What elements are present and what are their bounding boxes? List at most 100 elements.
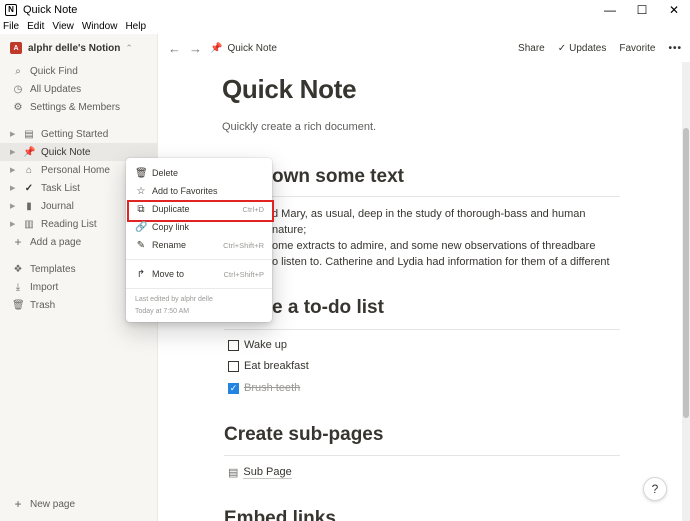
books-icon: ▥	[24, 218, 34, 230]
sidebar-item-label: All Updates	[30, 83, 82, 95]
menu-window[interactable]: Window	[78, 20, 122, 34]
menu-divider	[126, 288, 272, 289]
menu-help[interactable]: Help	[121, 20, 150, 34]
sidebar-item-label: Trash	[30, 299, 56, 311]
minimize-button[interactable]: —	[594, 0, 626, 20]
updates-label: Updates	[569, 42, 607, 54]
paragraph-text[interactable]: d Mary, as usual, deep in the study of t…	[272, 206, 622, 270]
document-icon: ▤	[228, 467, 239, 479]
duplicate-icon: ⧉	[137, 203, 145, 215]
sidebar-item-label: Settings & Members	[30, 101, 121, 113]
paragraph-line: o listen to. Catherine and Lydia had inf…	[272, 256, 610, 268]
content-scrollbar[interactable]	[682, 62, 690, 521]
new-page-button[interactable]: + New page	[0, 495, 158, 513]
menu-file[interactable]: File	[0, 20, 23, 34]
help-button[interactable]: ?	[643, 477, 667, 501]
notion-app-icon: N	[5, 4, 17, 16]
checkbox-checked[interactable]: ✓	[228, 382, 239, 394]
expand-triangle-icon[interactable]: ▶	[10, 166, 20, 174]
heading-sub-pages[interactable]: Create sub-pages	[224, 424, 383, 446]
expand-triangle-icon[interactable]: ▶	[10, 202, 20, 210]
checkbox[interactable]	[228, 360, 239, 372]
heading-todo-list[interactable]: e a to-do list	[272, 297, 384, 319]
clock-icon: ◷	[13, 83, 23, 95]
sidebar-page-getting-started[interactable]: ▶ ▤ Getting Started	[0, 125, 157, 143]
link-icon: 🔗	[135, 221, 148, 233]
window-controls: — ☐ ✕	[594, 0, 690, 20]
house-icon: ⌂	[25, 164, 33, 176]
menu-item-rename[interactable]: ✎ Rename Ctrl+Shift+R	[126, 236, 272, 254]
menu-item-label: Add to Favorites	[152, 186, 218, 196]
scrollbar-thumb[interactable]	[683, 128, 689, 418]
sidebar-item-quick-find[interactable]: ⌕ Quick Find	[0, 62, 157, 80]
checkbox[interactable]	[228, 339, 239, 351]
move-icon: ↱	[136, 268, 146, 280]
plus-icon: +	[14, 235, 22, 249]
sidebar-item-settings[interactable]: ⚙ Settings & Members	[0, 98, 157, 116]
checkmark-icon: ✓	[24, 182, 34, 194]
page-title[interactable]: Quick Note	[222, 74, 622, 105]
paragraph-line: ome extracts to admire, and some new obs…	[272, 240, 596, 252]
subpage-label: Sub Page	[243, 466, 292, 479]
menu-item-move-to[interactable]: ↱ Move to Ctrl+Shift+P	[126, 265, 272, 283]
share-button[interactable]: Share	[518, 43, 545, 54]
document-icon: ▤	[24, 128, 34, 140]
import-icon: ⤓	[15, 281, 21, 293]
sidebar-item-label: Personal Home	[41, 164, 110, 176]
heading-embed-links[interactable]: Embed links	[224, 508, 336, 521]
sidebar-item-label: Reading List	[41, 218, 97, 230]
page-description[interactable]: Quickly create a rich document.	[222, 121, 622, 133]
back-arrow-icon[interactable]: ←	[168, 41, 181, 56]
menu-view[interactable]: View	[48, 20, 78, 34]
divider	[224, 329, 620, 330]
sidebar-item-all-updates[interactable]: ◷ All Updates	[0, 80, 157, 98]
menu-item-label: Move to	[152, 269, 185, 279]
add-page-label: Add a page	[30, 236, 82, 248]
forward-arrow-icon[interactable]: →	[189, 41, 202, 56]
sidebar-item-label: Getting Started	[41, 128, 109, 140]
templates-icon: ❖	[13, 263, 23, 275]
heading-write-text[interactable]: own some text	[272, 166, 404, 188]
breadcrumb[interactable]: Quick Note	[227, 43, 505, 54]
expand-triangle-icon[interactable]: ▶	[10, 184, 20, 192]
expand-triangle-icon[interactable]: ▶	[10, 130, 20, 138]
workspace-name: alphr delle's Notion	[28, 42, 121, 54]
search-icon: ⌕	[15, 65, 21, 77]
todo-item[interactable]: Wake up	[228, 339, 287, 351]
top-actions: Share ✓ Updates Favorite •••	[505, 43, 682, 54]
menu-item-add-to-favorites[interactable]: ☆ Add to Favorites	[126, 182, 272, 200]
expand-triangle-icon[interactable]: ▶	[10, 220, 20, 228]
menu-item-copy-link[interactable]: 🔗 Copy link	[126, 218, 272, 236]
workspace-avatar: A	[10, 42, 22, 54]
maximize-button[interactable]: ☐	[626, 0, 658, 20]
sidebar-item-label: Templates	[30, 263, 76, 275]
sidebar-item-label: Task List	[41, 182, 80, 194]
menu-bar: File Edit View Window Help	[0, 20, 690, 34]
menu-item-delete[interactable]: 🗑 Delete	[126, 164, 272, 182]
menu-item-shortcut: Ctrl+Shift+R	[223, 240, 264, 250]
expand-triangle-icon[interactable]: ▶	[10, 148, 20, 156]
close-button[interactable]: ✕	[658, 0, 690, 20]
divider	[224, 196, 620, 197]
menu-item-duplicate[interactable]: ⧉ Duplicate Ctrl+D	[126, 200, 274, 222]
menu-edit[interactable]: Edit	[23, 20, 48, 34]
more-options-icon[interactable]: •••	[668, 43, 682, 54]
updates-button[interactable]: ✓ Updates	[558, 43, 607, 54]
subpage-link[interactable]: ▤ Sub Page	[228, 466, 292, 479]
page-content: Quick Note Quickly create a rich documen…	[222, 62, 622, 133]
todo-item[interactable]: ✓ Brush teeth	[228, 382, 300, 394]
page-topbar: ← → 📌 Quick Note Share ✓ Updates Favorite…	[158, 34, 690, 62]
book-icon: ▮	[26, 200, 32, 212]
workspace-switcher[interactable]: A alphr delle's Notion ⌃	[0, 34, 157, 62]
favorite-button[interactable]: Favorite	[619, 43, 655, 54]
todo-label: Wake up	[244, 339, 288, 351]
trash-icon: 🗑	[12, 299, 25, 311]
todo-item[interactable]: Eat breakfast	[228, 360, 309, 372]
menu-item-label: Duplicate	[152, 204, 190, 214]
rename-icon: ✎	[136, 239, 146, 251]
menu-item-label: Delete	[152, 168, 179, 178]
divider	[224, 455, 620, 456]
gear-icon: ⚙	[13, 101, 23, 113]
window-titlebar: N Quick Note — ☐ ✕	[0, 0, 690, 20]
sidebar-item-label: Import	[30, 281, 59, 293]
